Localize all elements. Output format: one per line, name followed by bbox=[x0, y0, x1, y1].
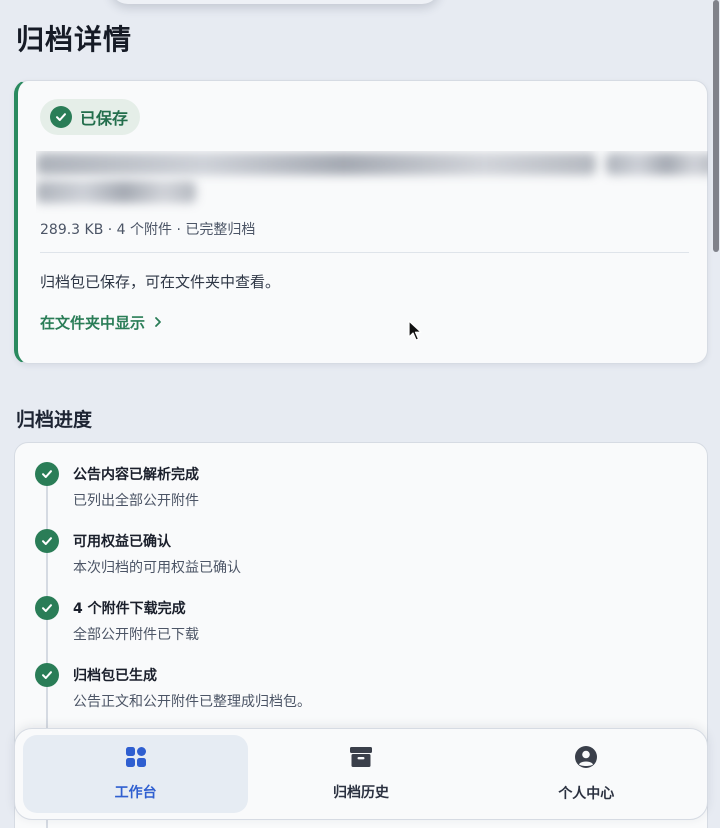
check-circle-icon bbox=[35, 462, 59, 486]
tab-workbench[interactable]: 工作台 bbox=[23, 735, 249, 813]
chevron-right-icon bbox=[153, 314, 163, 332]
check-circle-icon bbox=[35, 663, 59, 687]
saved-note: 归档包已保存，可在文件夹中查看。 bbox=[40, 273, 281, 291]
redacted-title bbox=[36, 151, 708, 217]
tab-profile[interactable]: 个人中心 bbox=[474, 735, 699, 813]
tab-archive-history[interactable]: 归档历史 bbox=[248, 735, 473, 813]
show-in-folder-link[interactable]: 在文件夹中显示 bbox=[40, 312, 163, 333]
archive-box-icon bbox=[349, 746, 373, 772]
floating-panel-edge bbox=[110, 0, 440, 4]
check-circle-icon bbox=[50, 106, 72, 128]
step-title: 4 个附件下载完成 bbox=[73, 601, 186, 617]
check-circle-icon bbox=[35, 529, 59, 553]
scrollbar[interactable] bbox=[713, 0, 719, 252]
page-title: 归档详情 bbox=[16, 23, 133, 56]
step-desc: 已列出全部公开附件 bbox=[73, 493, 199, 509]
step-desc: 公告正文和公开附件已整理成归档包。 bbox=[73, 694, 311, 710]
step-desc: 全部公开附件已下载 bbox=[73, 627, 199, 643]
bottom-tab-bar: 工作台 归档历史 个人中心 bbox=[14, 728, 708, 820]
grid-icon bbox=[125, 746, 147, 772]
step-title: 可用权益已确认 bbox=[73, 534, 171, 550]
archive-meta: 289.3 KB · 4 个附件 · 已完整归档 bbox=[40, 222, 256, 238]
status-badge-label: 已保存 bbox=[80, 109, 129, 128]
mouse-cursor-icon bbox=[408, 320, 422, 346]
step-title: 公告内容已解析完成 bbox=[73, 467, 199, 483]
step-title: 归档包已生成 bbox=[73, 668, 157, 684]
archive-result-card: 已保存 289.3 KB · 4 个附件 · 已完整归档 归档包已保存，可在文件… bbox=[14, 80, 708, 364]
check-circle-icon bbox=[35, 596, 59, 620]
tab-label: 个人中心 bbox=[558, 786, 615, 802]
step-desc: 本次归档的可用权益已确认 bbox=[73, 560, 241, 576]
tab-label: 归档历史 bbox=[332, 785, 389, 801]
divider bbox=[40, 252, 689, 253]
status-badge: 已保存 bbox=[40, 99, 141, 135]
progress-section-title: 归档进度 bbox=[16, 409, 93, 431]
show-in-folder-label: 在文件夹中显示 bbox=[40, 314, 146, 332]
tab-label: 工作台 bbox=[114, 785, 157, 801]
user-circle-icon bbox=[574, 745, 598, 773]
